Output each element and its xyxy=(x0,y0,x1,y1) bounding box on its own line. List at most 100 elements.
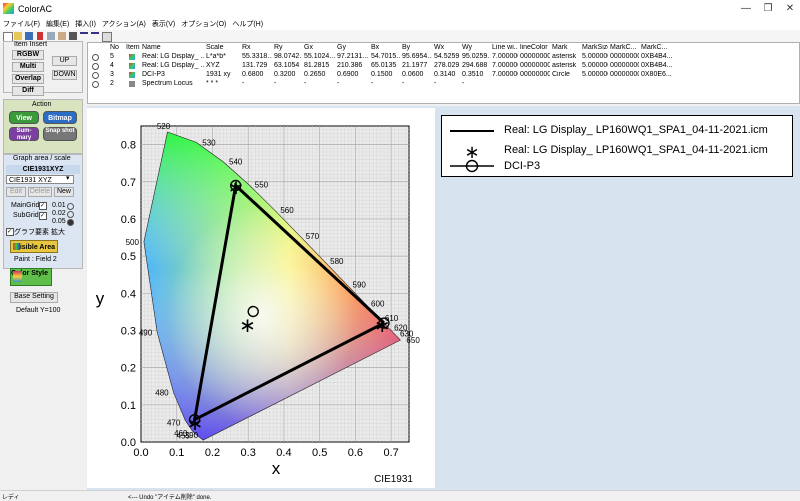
table-cell: 3 xyxy=(110,71,114,78)
main-grid-checkbox[interactable]: ✓ xyxy=(39,202,47,210)
column-header[interactable]: Name xyxy=(142,44,204,51)
table-cell: - xyxy=(304,80,307,87)
sub-grid-checkbox[interactable]: ✓ xyxy=(39,212,47,220)
item-table[interactable]: No Item Name Scale Rx Ry Gx Gy Bx By Wx Wy Line wi..… xyxy=(87,42,800,104)
x-tick-label: 0.3 xyxy=(241,447,256,459)
graph-zoom-checkbox[interactable]: ✓ xyxy=(6,228,14,236)
diff-button[interactable]: Diff xyxy=(12,86,44,96)
y-tick-label: 0.3 xyxy=(121,325,136,337)
column-header[interactable]: Scale xyxy=(206,44,240,51)
column-header[interactable]: Bx xyxy=(371,44,400,51)
table-cell: 00000000 xyxy=(520,53,550,60)
sub-grid-value: 0.02 xyxy=(52,210,66,217)
column-header[interactable]: Line wi... xyxy=(492,44,518,51)
table-cell: 0X80E6... xyxy=(641,71,672,78)
column-header[interactable]: Item xyxy=(126,44,140,51)
close-button[interactable]: ✕ xyxy=(782,2,798,15)
column-header[interactable]: Rx xyxy=(242,44,272,51)
delete-button[interactable]: Delete xyxy=(28,187,52,197)
main-grid-radio[interactable] xyxy=(67,203,74,210)
view-button[interactable]: View xyxy=(9,111,39,124)
graph-select[interactable]: CIE1931 XYZ xyxy=(6,175,74,184)
table-cell: 21.1977 xyxy=(402,62,428,69)
undo-icon[interactable] xyxy=(80,32,88,38)
redo-icon[interactable] xyxy=(91,32,99,38)
action-label: Action xyxy=(32,101,52,108)
table-cell: 7.000000 xyxy=(492,62,518,69)
sub-grid-radio[interactable] xyxy=(67,211,74,218)
snapshot-button[interactable]: Snap shot xyxy=(43,127,77,141)
table-cell: 7.000000 xyxy=(492,71,518,78)
copy-icon[interactable] xyxy=(47,32,55,40)
open-folder-icon[interactable] xyxy=(14,32,22,40)
table-cell: 00000000 xyxy=(610,53,639,60)
row-radio[interactable] xyxy=(92,63,99,70)
base-setting-button[interactable]: Base Setting xyxy=(10,292,58,303)
up-button[interactable]: UP xyxy=(52,56,77,66)
summary-button[interactable]: Sum-mary xyxy=(9,127,39,141)
bitmap-button[interactable]: Bitmap xyxy=(43,111,77,124)
column-header[interactable]: MarkSize xyxy=(582,44,608,51)
table-cell: Spectrum Locus xyxy=(142,80,193,87)
table-cell: 65.0135 xyxy=(371,62,397,69)
row-radio[interactable] xyxy=(92,54,99,61)
grid-extra-radio[interactable] xyxy=(67,219,74,226)
table-cell: 0.3510 xyxy=(462,71,484,78)
chevron-down-icon[interactable]: ▾ xyxy=(66,174,70,182)
column-header[interactable]: No xyxy=(110,44,124,51)
table-cell: 0.0600 xyxy=(402,71,424,78)
y-tick-label: 0.2 xyxy=(121,363,136,375)
save-icon[interactable] xyxy=(25,32,33,40)
table-cell: - xyxy=(337,80,340,87)
overlap-button[interactable]: Overlap xyxy=(12,74,44,84)
table-cell: 00000000 xyxy=(520,71,550,78)
row-radio[interactable] xyxy=(92,81,99,88)
print-icon[interactable] xyxy=(69,32,77,40)
paste-icon[interactable] xyxy=(58,32,66,40)
y-axis-label: y xyxy=(96,289,105,308)
wavelength-label: 650 xyxy=(406,336,420,345)
table-cell: 0.6800 xyxy=(242,71,264,78)
column-header[interactable]: lineColor xyxy=(520,44,550,51)
y-tick-label: 0.0 xyxy=(121,437,136,449)
main-grid-value: 0.01 xyxy=(52,202,66,209)
paint-label: Paint : Field 2 xyxy=(14,256,57,263)
down-button[interactable]: DOWN xyxy=(52,70,77,80)
settings-icon[interactable] xyxy=(102,32,112,42)
column-header[interactable]: By xyxy=(402,44,432,51)
column-header[interactable]: Wx xyxy=(434,44,460,51)
multi-button[interactable]: Multi xyxy=(12,62,44,72)
x-tick-label: 0.7 xyxy=(383,447,398,459)
table-cell: 2 xyxy=(110,80,114,87)
restore-button[interactable]: ❐ xyxy=(760,2,776,15)
item-insert-label: Item Insert xyxy=(14,41,48,48)
asterisk-icon: ∗ xyxy=(464,142,479,162)
column-header[interactable]: MarkC... xyxy=(641,44,681,51)
minimize-button[interactable]: — xyxy=(738,2,754,15)
window-title: ColorAC xyxy=(18,4,53,14)
column-header[interactable]: Gy xyxy=(337,44,369,51)
rgbw-button[interactable]: RGBW xyxy=(12,50,44,60)
new-button[interactable]: New xyxy=(54,187,74,197)
y-tick-label: 0.6 xyxy=(121,214,136,226)
table-cell: 5.000000 xyxy=(582,53,608,60)
table-cell: 5.000000 xyxy=(582,71,608,78)
grid-extra-value: 0.05 xyxy=(52,218,66,225)
table-cell: Real: LG Display_ ... xyxy=(142,53,204,60)
column-header[interactable]: MarkC... xyxy=(610,44,639,51)
table-cell: L*a*b* xyxy=(206,53,226,60)
edit-button[interactable]: Edit xyxy=(6,187,26,197)
column-header[interactable]: Ry xyxy=(274,44,302,51)
table-cell: 0.3140 xyxy=(434,71,456,78)
row-radio[interactable] xyxy=(92,72,99,79)
graph-zoom-label: グラフ要素 拡大 xyxy=(14,229,65,236)
column-header[interactable]: Gx xyxy=(304,44,335,51)
cut-icon[interactable] xyxy=(37,32,43,40)
column-header[interactable]: Mark xyxy=(552,44,580,51)
table-cell: 00000000 xyxy=(520,62,550,69)
item-icon xyxy=(129,63,135,69)
y-tick-label: 0.1 xyxy=(121,400,136,412)
table-cell: - xyxy=(402,80,405,87)
column-header[interactable]: Wy xyxy=(462,44,490,51)
table-cell: XYZ xyxy=(206,62,220,69)
